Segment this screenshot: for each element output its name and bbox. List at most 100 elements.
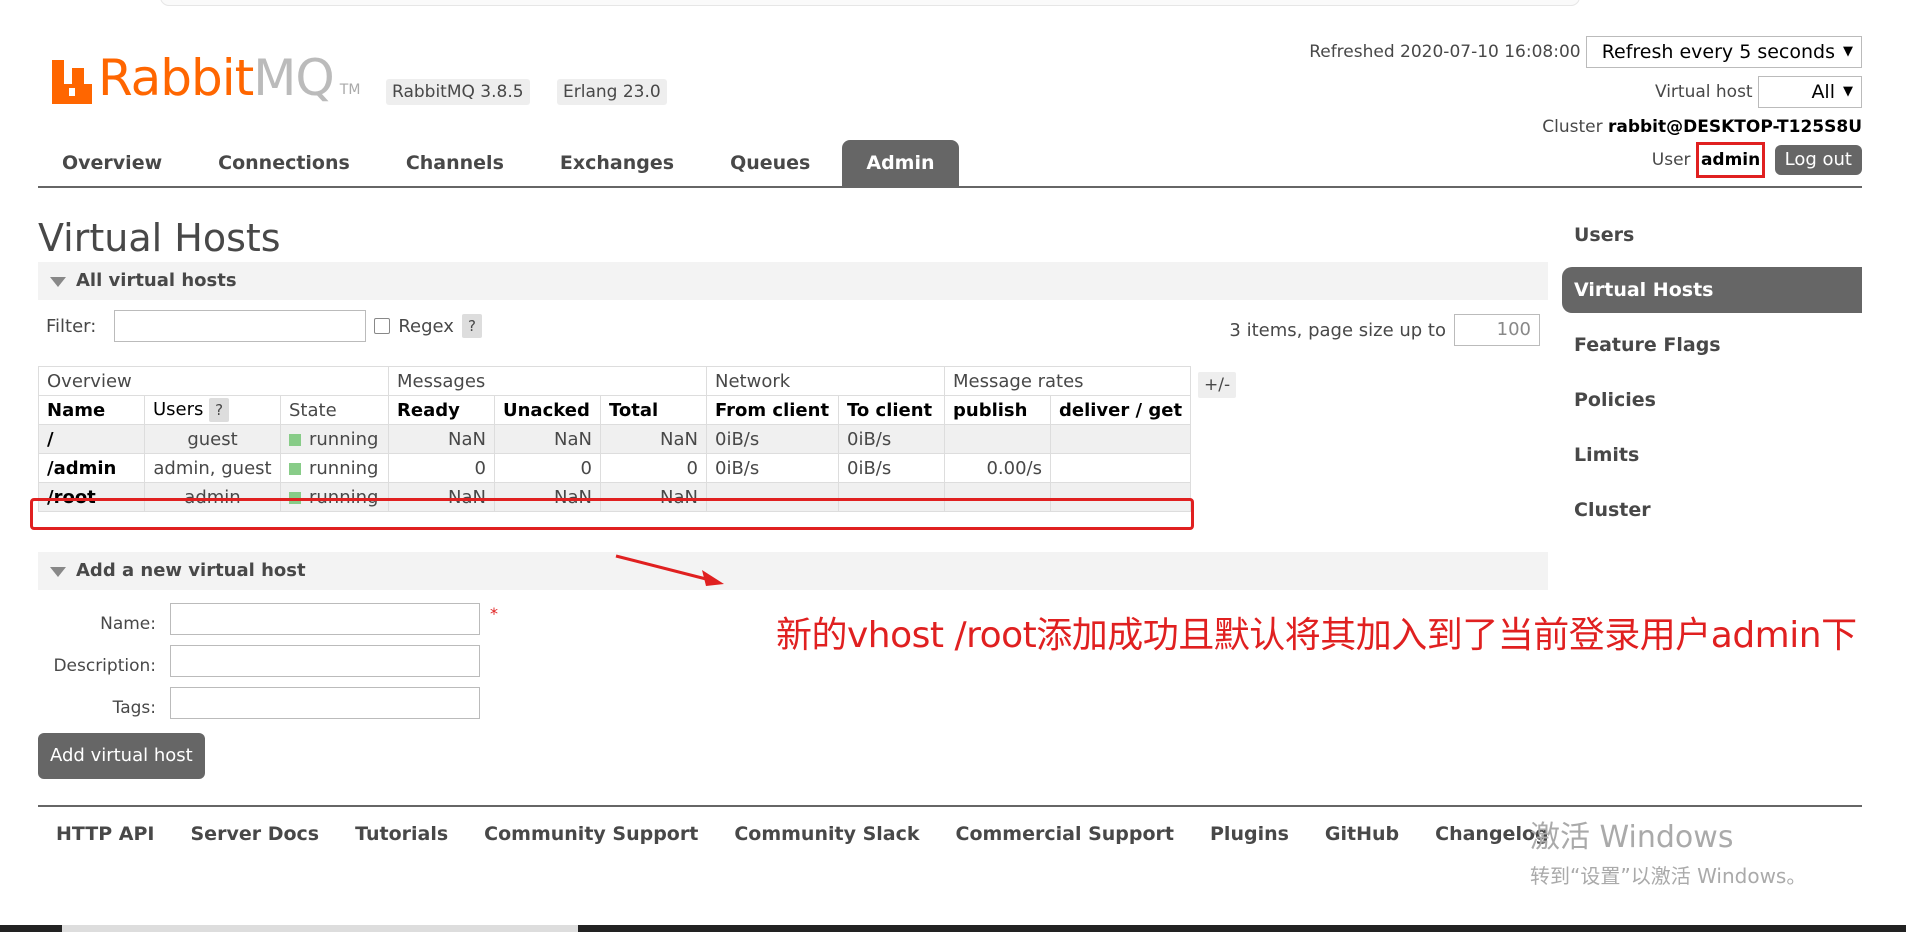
vhost-total: 0 — [600, 453, 707, 483]
footer-link-tutorials[interactable]: Tutorials — [337, 823, 466, 845]
tab-queues[interactable]: Queues — [706, 140, 834, 186]
rabbitmq-logo[interactable]: Rabbit MQ TM — [52, 52, 360, 104]
regex-label: Regex — [398, 315, 454, 337]
regex-checkbox[interactable] — [374, 318, 391, 334]
rabbitmq-logo-icon — [52, 58, 96, 104]
page-title: Virtual Hosts — [38, 216, 281, 260]
vhost-state: running — [280, 424, 389, 454]
vhost-from-client: 0iB/s — [706, 424, 839, 454]
windows-activation-watermark: 激活 Windows 转到“设置”以激活 Windows。 — [1530, 812, 1806, 889]
browser-address-edge — [0, 0, 1906, 14]
description-label: Description: — [53, 656, 156, 676]
sidebar-item-limits[interactable]: Limits — [1562, 432, 1862, 478]
vhost-state-text: running — [309, 457, 379, 479]
table-row[interactable]: / guest running NaN NaN NaN 0iB/s 0iB/s — [38, 424, 1192, 454]
group-header-messages: Messages — [388, 366, 707, 396]
vhost-unacked: 0 — [494, 453, 601, 483]
vhost-state-text: running — [309, 428, 379, 450]
users-help-icon[interactable]: ? — [209, 398, 230, 422]
annotation-arrow-icon — [615, 554, 724, 586]
footer-link-server-docs[interactable]: Server Docs — [173, 823, 338, 845]
sidebar-item-users[interactable]: Users — [1562, 212, 1862, 258]
vhost-from-client: 0iB/s — [706, 453, 839, 483]
group-header-overview: Overview — [38, 366, 389, 396]
column-header-ready[interactable]: Ready — [388, 395, 495, 425]
refreshed-timestamp: Refreshed 2020-07-10 16:08:00 — [1309, 42, 1581, 62]
logo-text-rabbit: Rabbit — [98, 49, 254, 107]
logo-text-mq: MQ — [253, 49, 334, 107]
sidebar-item-policies[interactable]: Policies — [1562, 377, 1862, 423]
filter-label: Filter: — [46, 315, 97, 337]
cluster-row: Cluster rabbit@DESKTOP-T125S8U — [1542, 117, 1862, 137]
collapse-triangle-icon — [50, 567, 66, 577]
vhost-row: Virtual host All ▼ — [1655, 76, 1862, 108]
add-virtual-host-button[interactable]: Add virtual host — [38, 733, 205, 779]
collapse-triangle-icon — [50, 277, 66, 287]
vhost-tags-input[interactable] — [170, 687, 480, 719]
tab-connections[interactable]: Connections — [194, 140, 374, 186]
erlang-badge: Erlang 23.0 — [557, 79, 667, 105]
vhost-to-client: 0iB/s — [838, 453, 945, 483]
refresh-row: Refreshed 2020-07-10 16:08:00 Refresh ev… — [1309, 36, 1862, 68]
all-vhosts-section-toggle[interactable]: All virtual hosts — [38, 262, 1548, 300]
vhost-unacked: NaN — [494, 424, 601, 454]
sidebar-item-virtual-hosts[interactable]: Virtual Hosts — [1562, 267, 1862, 313]
page-size-input[interactable]: 100 — [1454, 314, 1540, 346]
column-header-from-client[interactable]: From client — [706, 395, 839, 425]
sidebar-item-feature-flags[interactable]: Feature Flags — [1562, 322, 1862, 368]
chevron-down-icon: ▼ — [1843, 84, 1853, 99]
vhost-name-link[interactable]: /admin — [38, 453, 145, 483]
regex-help-icon[interactable]: ? — [461, 314, 482, 338]
state-running-icon — [289, 462, 301, 475]
footer-link-github[interactable]: GitHub — [1307, 823, 1417, 845]
add-vhost-section-toggle[interactable]: Add a new virtual host — [38, 552, 1548, 590]
footer-link-plugins[interactable]: Plugins — [1192, 823, 1307, 845]
vhost-name-link[interactable]: / — [38, 424, 145, 454]
cluster-name: rabbit@DESKTOP-T125S8U — [1607, 117, 1862, 137]
vhost-select[interactable]: All ▼ — [1758, 76, 1862, 108]
cluster-label: Cluster — [1542, 117, 1603, 137]
pager-text: 3 items, page size up to — [1229, 319, 1446, 341]
column-header-to-client[interactable]: To client — [838, 395, 945, 425]
group-header-message-rates: Message rates — [943, 366, 1192, 396]
tab-admin[interactable]: Admin — [842, 140, 959, 186]
name-label: Name: — [100, 614, 156, 634]
tags-label: Tags: — [112, 698, 156, 718]
refresh-interval-select[interactable]: Refresh every 5 seconds ▼ — [1586, 36, 1862, 68]
state-running-icon — [289, 433, 301, 446]
column-header-state[interactable]: State — [280, 395, 389, 425]
tab-exchanges[interactable]: Exchanges — [536, 140, 698, 186]
column-header-unacked[interactable]: Unacked — [494, 395, 601, 425]
column-header-total[interactable]: Total — [600, 395, 707, 425]
column-header-publish[interactable]: publish — [944, 395, 1051, 425]
sidebar-item-cluster[interactable]: Cluster — [1562, 487, 1862, 533]
vhost-publish — [944, 424, 1051, 454]
footer-link-community-support[interactable]: Community Support — [466, 823, 716, 845]
filter-input[interactable] — [114, 310, 367, 342]
table-row[interactable]: /admin admin, guest running 0 0 0 0iB/s … — [38, 453, 1192, 483]
main-nav-tabs: Overview Connections Channels Exchanges … — [38, 140, 1862, 188]
vhost-ready: 0 — [388, 453, 495, 483]
admin-sidebar: Users Virtual Hosts Feature Flags Polici… — [1562, 212, 1862, 542]
vhost-description-input[interactable] — [170, 645, 480, 677]
footer-link-commercial-support[interactable]: Commercial Support — [938, 823, 1193, 845]
version-badge: RabbitMQ 3.8.5 — [386, 79, 530, 105]
footer-link-http-api[interactable]: HTTP API — [38, 823, 173, 845]
column-header-users[interactable]: Users ? — [144, 395, 281, 425]
column-header-deliver-get[interactable]: deliver / get — [1049, 395, 1192, 425]
vhost-name-input[interactable] — [170, 603, 480, 635]
footer-link-community-slack[interactable]: Community Slack — [716, 823, 937, 845]
tab-overview[interactable]: Overview — [38, 140, 186, 186]
vhost-state: running — [280, 453, 389, 483]
watermark-line-2: 转到“设置”以激活 Windows。 — [1530, 864, 1807, 888]
section-heading: All virtual hosts — [76, 270, 237, 291]
column-header-name[interactable]: Name — [38, 395, 145, 425]
watermark-line-1: 激活 Windows — [1530, 820, 1734, 855]
chevron-down-icon: ▼ — [1843, 44, 1853, 59]
group-header-network: Network — [706, 366, 945, 396]
tab-channels[interactable]: Channels — [382, 140, 528, 186]
column-toggle-button[interactable]: +/- — [1198, 372, 1237, 398]
vhosts-table: Overview Messages Network Message rates … — [38, 366, 1192, 512]
pager: 3 items, page size up to 100 — [1229, 314, 1540, 346]
filter-row: Filter: Regex ? — [46, 310, 482, 342]
